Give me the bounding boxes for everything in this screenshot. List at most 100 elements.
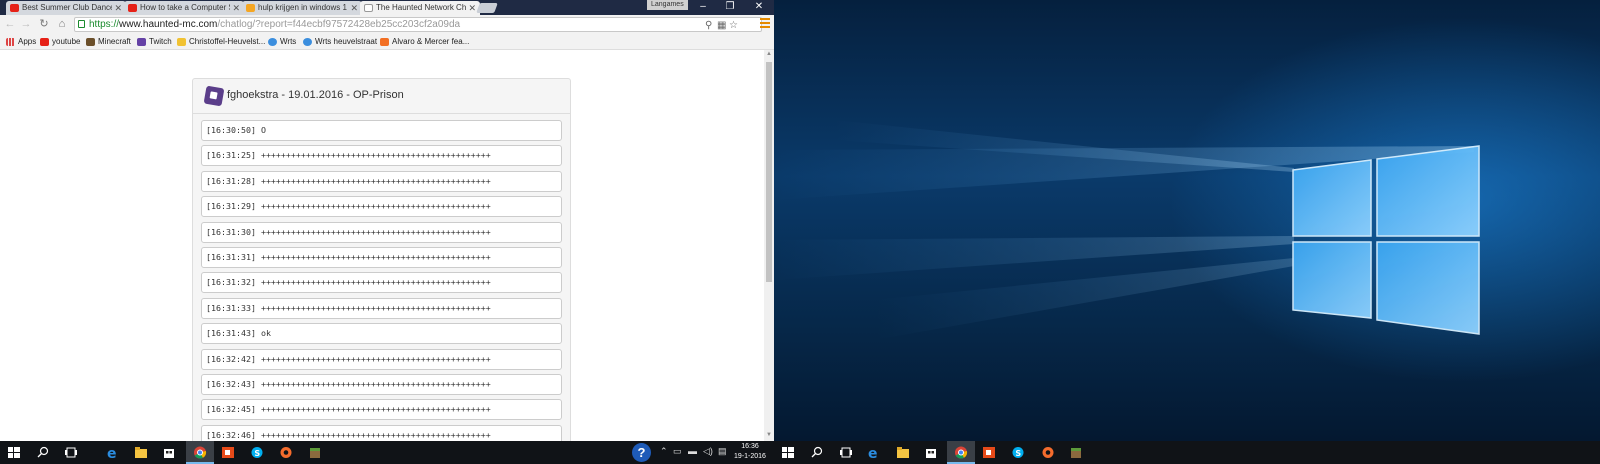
bookmark-minecraft[interactable]: Minecraft (86, 36, 131, 48)
task-view-button[interactable] (832, 441, 860, 464)
store-button[interactable] (155, 441, 183, 464)
bookmark-label: Christoffel-Heuvelst... (189, 37, 266, 46)
tab-label: Best Summer Club Dance (22, 3, 112, 12)
chat-message: [16:31:25] +++++++++++++++++++++++++++++… (201, 145, 562, 167)
bookmark-label: Alvaro & Mercer fea... (392, 37, 470, 46)
file-explorer-button[interactable] (889, 441, 917, 464)
close-icon[interactable]: ✕ (468, 1, 476, 15)
chat-message-list: [16:30:50] O [16:31:25] ++++++++++++++++… (193, 114, 570, 441)
minecraft-icon (86, 38, 95, 46)
file-explorer-icon (135, 447, 147, 458)
minimize-button[interactable]: – (690, 0, 716, 14)
scroll-up-icon[interactable]: ▲ (766, 51, 772, 57)
page-viewport[interactable]: fghoekstra - 19.01.2016 - OP-Prison [16:… (0, 50, 774, 441)
back-button[interactable]: ← (3, 17, 17, 31)
skype-button[interactable]: S (1004, 441, 1032, 464)
chat-message: [16:31:29] +++++++++++++++++++++++++++++… (201, 196, 562, 218)
bookmark-twitch[interactable]: Twitch (137, 36, 172, 48)
taskbar-left: e S ? ⌃ ▭ ▬ ◁) ▤ 16:36 19-1-2016 (0, 441, 774, 464)
reload-button[interactable]: ↻ (37, 17, 51, 31)
page-scrollbar[interactable]: ▲ ▼ (764, 50, 774, 441)
twitch-icon (137, 38, 146, 46)
tab-how-to-take-screenshot[interactable]: How to take a Computer S ✕ (124, 1, 244, 15)
folder-icon (177, 38, 186, 46)
youtube-icon (40, 38, 49, 46)
chrome-button[interactable] (186, 441, 214, 464)
youtube-icon (10, 4, 19, 12)
taskbar-right: e S (774, 441, 1600, 464)
search-icon (811, 446, 823, 458)
help-icon[interactable]: ? (632, 443, 651, 462)
taskbar-clock[interactable]: 16:36 19-1-2016 (730, 442, 770, 462)
forward-button[interactable]: → (19, 17, 33, 31)
lock-icon (78, 20, 85, 28)
tab-haunted-network[interactable]: The Haunted Network Ch ✕ (360, 1, 480, 15)
bookmark-wrts[interactable]: Wrts (268, 36, 296, 48)
bookmark-alvaro-mercer[interactable]: Alvaro & Mercer fea... (380, 36, 469, 48)
tab-best-summer-club-dance[interactable]: Best Summer Club Dance ✕ (6, 1, 126, 15)
bookmark-label: Wrts (280, 37, 297, 46)
minecraft-button[interactable] (301, 441, 329, 464)
office-icon (983, 447, 995, 458)
youtube-icon (128, 4, 137, 12)
store-button[interactable] (917, 441, 945, 464)
clock-time: 16:36 (741, 443, 759, 450)
scroll-down-icon[interactable]: ▼ (766, 432, 772, 438)
origin-button[interactable] (1034, 441, 1062, 464)
translate-icon[interactable]: ▦ (717, 19, 726, 32)
minecraft-button[interactable] (1062, 441, 1090, 464)
chat-message: [16:32:46] +++++++++++++++++++++++++++++… (201, 424, 562, 441)
zoom-icon[interactable]: ⚲ (705, 19, 712, 32)
start-button[interactable] (774, 441, 802, 464)
origin-button[interactable] (272, 441, 300, 464)
close-icon[interactable]: ✕ (350, 1, 358, 15)
bookmark-star-icon[interactable]: ☆ (729, 19, 738, 32)
edge-button[interactable]: e (99, 441, 127, 464)
chrome-menu-icon[interactable] (760, 18, 770, 28)
volume-icon[interactable]: ◁) (703, 446, 713, 457)
wrts-icon (303, 38, 312, 46)
profile-button[interactable]: Langames (647, 0, 688, 10)
notifications-icon[interactable]: ▤ (718, 446, 727, 457)
tab-strip: Best Summer Club Dance ✕ How to take a C… (0, 0, 774, 15)
url-host: www.haunted-mc.com (119, 19, 218, 30)
bookmark-christoffel-heuvelst[interactable]: Christoffel-Heuvelst... (177, 36, 265, 48)
restore-button[interactable]: ❐ (717, 0, 743, 14)
home-button[interactable]: ⌂ (55, 17, 69, 31)
task-view-button[interactable] (57, 441, 85, 464)
search-button[interactable] (803, 441, 831, 464)
right-monitor-desktop[interactable] (774, 0, 1600, 441)
office-button[interactable] (214, 441, 242, 464)
task-view-icon (65, 447, 77, 458)
tablet-icon[interactable]: ▭ (673, 446, 682, 457)
address-bar[interactable]: https://www.haunted-mc.com/chatlog/?repo… (74, 17, 762, 32)
close-icon[interactable]: ✕ (114, 1, 122, 15)
svg-text:S: S (254, 449, 260, 458)
close-icon[interactable]: ✕ (232, 1, 240, 15)
new-tab-button[interactable] (476, 3, 498, 13)
close-window-button[interactable]: ✕ (746, 0, 772, 14)
chrome-button[interactable] (947, 441, 975, 464)
search-button[interactable] (29, 441, 57, 464)
minecraft-icon (310, 448, 320, 458)
task-view-icon (840, 447, 852, 458)
chevron-up-icon[interactable]: ⌃ (660, 446, 668, 457)
start-icon (8, 447, 20, 458)
edge-button[interactable]: e (860, 441, 888, 464)
office-button[interactable] (975, 441, 1003, 464)
battery-icon[interactable]: ▬ (688, 446, 697, 456)
svg-text:e: e (868, 446, 878, 459)
minecraft-icon (1071, 448, 1081, 458)
start-button[interactable] (0, 441, 28, 464)
tab-hulp-krijgen[interactable]: hulp krijgen in windows 1 ✕ (242, 1, 362, 15)
start-icon (782, 447, 794, 458)
file-explorer-icon (897, 447, 909, 458)
chat-message: [16:31:28] +++++++++++++++++++++++++++++… (201, 170, 562, 192)
scrollbar-thumb[interactable] (766, 62, 772, 282)
bookmark-youtube[interactable]: youtube (40, 36, 80, 48)
skype-button[interactable]: S (243, 441, 271, 464)
file-explorer-button[interactable] (127, 441, 155, 464)
chat-message: [16:30:50] O (201, 120, 562, 141)
bookmark-apps[interactable]: Apps (6, 36, 36, 48)
bookmark-wrts-heuvelstraat[interactable]: Wrts heuvelstraat (303, 36, 377, 48)
